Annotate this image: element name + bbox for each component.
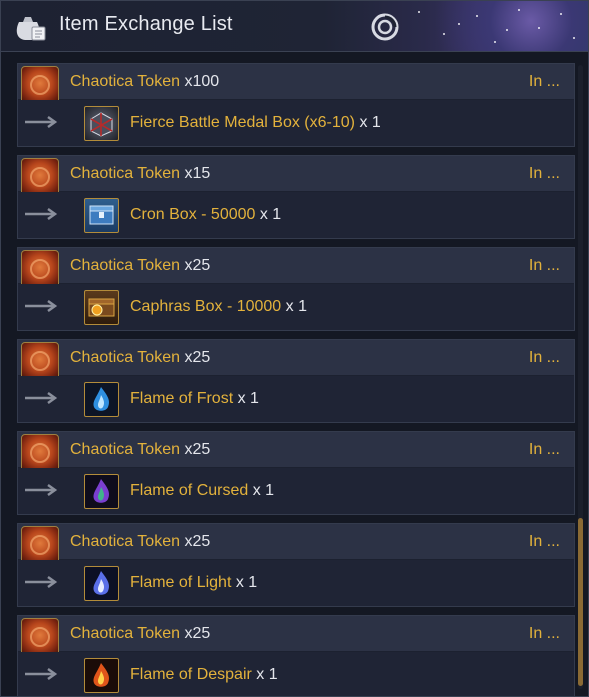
medal-box-icon (84, 106, 119, 141)
reward-row: Flame of Frost x 1 (18, 376, 574, 422)
cost-text: Chaotica Token x25 (70, 349, 211, 366)
exchange-entry[interactable]: Chaotica Token x15 In ... Cron Box - 500… (17, 155, 575, 239)
cost-text: Chaotica Token x25 (70, 441, 211, 458)
reward-text: Flame of Despair x 1 (130, 666, 278, 683)
window-title: Item Exchange List (59, 13, 233, 35)
cost-row: Chaotica Token x100 In ... (18, 64, 574, 104)
exchange-entry[interactable]: Chaotica Token x100 In ... Fierce Battle… (17, 63, 575, 147)
exchange-entry[interactable]: Chaotica Token x25 In ... Flame of Despa… (17, 615, 575, 696)
reward-row: Flame of Despair x 1 (18, 652, 574, 696)
cost-row: Chaotica Token x25 In ... (18, 432, 574, 472)
exchange-entry[interactable]: Chaotica Token x25 In ... Flame of Light… (17, 523, 575, 607)
cost-text: Chaotica Token x100 (70, 73, 220, 90)
exchange-entry[interactable]: Chaotica Token x25 In ... Flame of Frost… (17, 339, 575, 423)
arrow-right-icon (25, 391, 58, 405)
arrow-right-icon (25, 299, 58, 313)
exchange-entry[interactable]: Chaotica Token x25 In ... Flame of Curse… (17, 431, 575, 515)
reward-row: Cron Box - 50000 x 1 (18, 192, 574, 238)
status-text: In ... (528, 349, 560, 366)
status-text: In ... (528, 165, 560, 182)
reward-row: Flame of Cursed x 1 (18, 468, 574, 514)
exchange-entry[interactable]: Chaotica Token x25 In ... Caphras Box - … (17, 247, 575, 331)
cursed-flame-icon (84, 474, 119, 509)
status-text: In ... (528, 257, 560, 274)
reward-text: Caphras Box - 10000 x 1 (130, 298, 307, 315)
cost-text: Chaotica Token x25 (70, 533, 211, 550)
cost-row: Chaotica Token x25 In ... (18, 340, 574, 380)
chaotica-token-icon (21, 250, 59, 288)
reward-text: Cron Box - 50000 x 1 (130, 206, 282, 223)
cost-text: Chaotica Token x25 (70, 625, 211, 642)
reward-text: Flame of Light x 1 (130, 574, 258, 591)
cost-row: Chaotica Token x25 In ... (18, 248, 574, 288)
starfield-decoration (398, 1, 588, 51)
reward-text: Flame of Frost x 1 (130, 390, 259, 407)
pouch-scroll-icon (16, 17, 46, 41)
caphras-box-icon (84, 290, 119, 325)
status-text: In ... (528, 73, 560, 90)
item-exchange-window: Item Exchange List Chaotica Token x100 I… (0, 0, 589, 697)
light-flame-icon (84, 566, 119, 601)
frost-flame-icon (84, 382, 119, 417)
arrow-right-icon (25, 483, 58, 497)
cron-box-icon (84, 198, 119, 233)
arrow-right-icon (25, 115, 58, 129)
chaotica-token-icon (21, 618, 59, 656)
chaotica-token-icon (21, 342, 59, 380)
scrollbar-thumb[interactable] (578, 518, 583, 686)
cost-row: Chaotica Token x15 In ... (18, 156, 574, 196)
status-text: In ... (528, 441, 560, 458)
cost-row: Chaotica Token x25 In ... (18, 616, 574, 656)
arrow-right-icon (25, 667, 58, 681)
reward-text: Fierce Battle Medal Box (x6-10) x 1 (130, 114, 381, 131)
reward-text: Flame of Cursed x 1 (130, 482, 275, 499)
exchange-list[interactable]: Chaotica Token x100 In ... Fierce Battle… (17, 63, 575, 696)
cost-text: Chaotica Token x25 (70, 257, 211, 274)
title-bar[interactable]: Item Exchange List (1, 1, 588, 52)
status-text: In ... (528, 625, 560, 642)
cost-text: Chaotica Token x15 (70, 165, 211, 182)
swirl-icon (371, 13, 399, 41)
chaotica-token-icon (21, 434, 59, 472)
despair-flame-icon (84, 658, 119, 693)
cost-row: Chaotica Token x25 In ... (18, 524, 574, 564)
arrow-right-icon (25, 207, 58, 221)
chaotica-token-icon (21, 66, 59, 104)
arrow-right-icon (25, 575, 58, 589)
status-text: In ... (528, 533, 560, 550)
reward-row: Caphras Box - 10000 x 1 (18, 284, 574, 330)
chaotica-token-icon (21, 526, 59, 564)
reward-row: Fierce Battle Medal Box (x6-10) x 1 (18, 100, 574, 146)
scrollbar[interactable] (578, 65, 583, 689)
reward-row: Flame of Light x 1 (18, 560, 574, 606)
chaotica-token-icon (21, 158, 59, 196)
